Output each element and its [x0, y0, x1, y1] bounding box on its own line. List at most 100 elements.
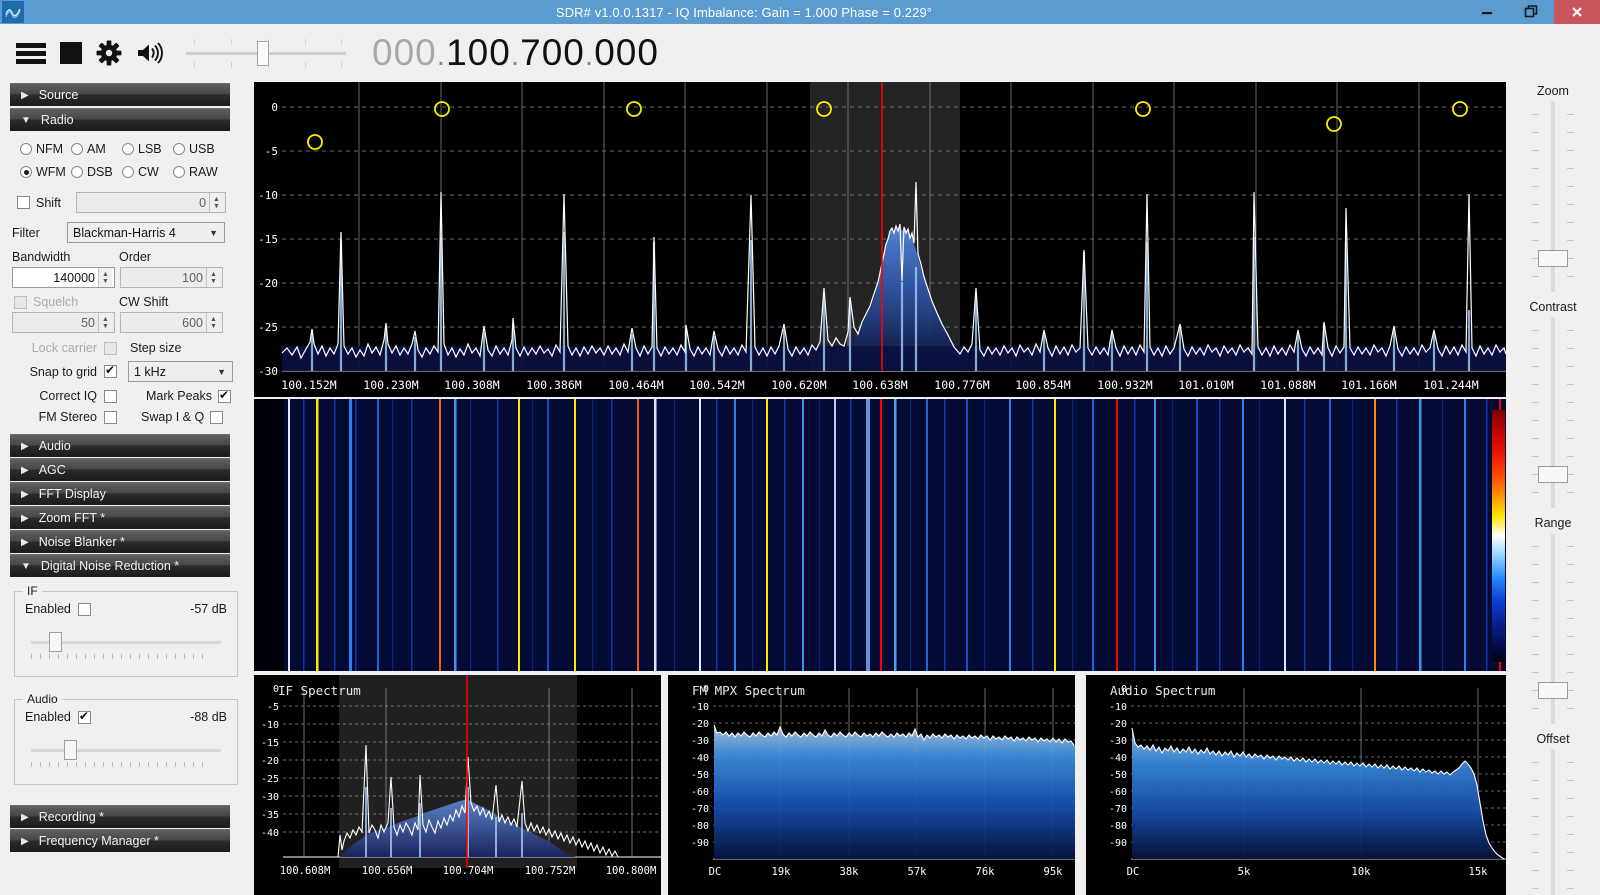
gear-icon[interactable]	[96, 40, 122, 66]
svg-text:-80: -80	[691, 821, 709, 832]
audio-spectrum-panel[interactable]: Audio Spectrum 0 -10 -20 -30 -40 -50 -60…	[1086, 675, 1506, 895]
zoom-slider-thumb[interactable]	[1538, 250, 1568, 267]
svg-text:-70: -70	[1109, 804, 1127, 815]
radio-dot-icon	[71, 166, 83, 178]
volume-slider[interactable]	[186, 36, 346, 70]
dnr-audio-enabled-checkbox[interactable]	[77, 709, 91, 724]
dnr-if-slider-thumb[interactable]	[49, 632, 62, 652]
sidebar-item-fft-display[interactable]: ▶ FFT Display	[10, 482, 230, 505]
svg-text:57k: 57k	[908, 866, 928, 878]
dnr-audio-group: Audio Enabled -88 dB	[14, 692, 238, 785]
dnr-audio-legend: Audio	[23, 692, 62, 706]
dnr-audio-slider-thumb[interactable]	[64, 740, 77, 760]
spinner-arrows-icon[interactable]: ▲ ▼	[206, 268, 220, 287]
shift-value: 0	[199, 195, 207, 210]
minimize-button[interactable]	[1464, 0, 1509, 24]
speaker-icon[interactable]	[136, 41, 164, 65]
contrast-slider-thumb[interactable]	[1538, 466, 1568, 483]
sidebar-item-zoom-fft[interactable]: ▶ Zoom FFT *	[10, 506, 230, 529]
audio-spectrum-title: Audio Spectrum	[1110, 683, 1216, 698]
spinner-arrows-icon[interactable]: ▲ ▼	[206, 313, 220, 332]
sidebar-item-agc[interactable]: ▶ AGC	[10, 458, 230, 481]
svg-text:-10: -10	[258, 189, 278, 202]
stop-icon[interactable]	[60, 42, 82, 64]
sidebar-item-noise-blanker[interactable]: ▶ Noise Blanker *	[10, 530, 230, 553]
mark-peaks-checkbox[interactable]	[218, 388, 231, 403]
snap-to-grid-checkbox[interactable]	[104, 363, 117, 378]
zoom-slider[interactable]	[1506, 102, 1600, 292]
close-button[interactable]	[1554, 0, 1600, 24]
sidebar-item-digital-noise-reduction[interactable]: ▼ Digital Noise Reduction *	[10, 554, 230, 577]
filter-row: Filter Blackman-Harris 4 ▼	[12, 222, 238, 243]
svg-text:DC: DC	[709, 866, 722, 878]
sidebar-item-frequency-manager[interactable]: ▶ Frequency Manager *	[10, 829, 230, 852]
squelch-cwshift-labels: Squelch CW Shift	[12, 295, 238, 309]
squelch-checkbox[interactable]	[14, 295, 27, 309]
order-label: Order	[119, 250, 151, 264]
svg-text:-25: -25	[261, 774, 279, 785]
main-spectrum-display[interactable]: 0 -5 -10 -15 -20 -25 -30 100.152M 100.230M 1…	[254, 82, 1506, 397]
sidebar-item-audio[interactable]: ▶ Audio	[10, 434, 230, 457]
mode-wfm[interactable]: WFM	[20, 165, 71, 179]
restore-button[interactable]	[1509, 0, 1554, 24]
shift-checkbox[interactable]	[17, 196, 30, 209]
chevron-right-icon: ▶	[21, 811, 29, 823]
offset-slider[interactable]	[1506, 750, 1600, 895]
filter-select[interactable]: Blackman-Harris 4 ▼	[67, 222, 225, 243]
svg-text:-40: -40	[1109, 753, 1127, 764]
chevron-right-icon: ▶	[21, 89, 29, 101]
swap-iq-checkbox[interactable]	[210, 410, 224, 424]
volume-slider-thumb[interactable]	[257, 41, 269, 66]
fm-mpx-spectrum-panel[interactable]: FM MPX Spectrum 0 -10 -20 -30 -40 -50 -6…	[668, 675, 1075, 895]
range-slider-thumb[interactable]	[1538, 682, 1568, 699]
mode-nfm[interactable]: NFM	[20, 142, 71, 156]
audio-spectrum-svg: 0-10 -20-30 -40-50 -60-70 -80-90 DC 5k 10…	[1086, 675, 1506, 895]
sidebar-item-source[interactable]: ▶ Source	[10, 83, 230, 106]
waterfall-display[interactable]	[254, 399, 1506, 671]
order-input[interactable]: 100 ▲ ▼	[120, 267, 223, 288]
spinner-arrows-icon[interactable]: ▲ ▼	[98, 313, 112, 332]
mode-lsb[interactable]: LSB	[122, 142, 173, 156]
svg-text:-30: -30	[691, 736, 709, 747]
dnr-if-slider[interactable]	[25, 628, 227, 659]
cw-shift-input[interactable]: 600 ▲ ▼	[120, 312, 223, 333]
chevron-right-icon: ▶	[21, 512, 29, 524]
mode-cw[interactable]: CW	[122, 165, 173, 179]
bandwidth-input[interactable]: 140000 ▲ ▼	[12, 267, 115, 288]
dnr-if-enabled-checkbox[interactable]	[77, 602, 91, 616]
svg-text:-90: -90	[1109, 838, 1127, 849]
spinner-arrows-icon[interactable]: ▲ ▼	[209, 193, 224, 212]
chevron-down-icon: ▼	[21, 560, 31, 572]
mode-am[interactable]: AM	[71, 142, 122, 156]
svg-text:DC: DC	[1127, 866, 1140, 878]
correct-iq-checkbox[interactable]	[104, 389, 117, 403]
svg-text:-20: -20	[258, 277, 278, 290]
title-bar: SDR# v1.0.0.1317 - IQ Imbalance: Gain = …	[0, 0, 1600, 24]
frequency-display[interactable]: 000.100.700.000	[372, 32, 659, 74]
sidebar-item-recording[interactable]: ▶ Recording *	[10, 805, 230, 828]
contrast-slider[interactable]	[1506, 318, 1600, 508]
fm-stereo-checkbox[interactable]	[104, 410, 117, 424]
if-spectrum-title: IF Spectrum	[278, 683, 361, 698]
step-size-select[interactable]: 1 kHz ▼	[128, 361, 233, 382]
sidebar-item-radio[interactable]: ▼ Radio	[10, 108, 230, 131]
svg-text:76k: 76k	[976, 866, 996, 878]
shift-input[interactable]: 0 ▲ ▼	[76, 192, 227, 213]
mode-raw[interactable]: RAW	[173, 165, 224, 179]
correct-iq-row: Correct IQ Mark Peaks	[12, 388, 238, 403]
squelch-input[interactable]: 50 ▲ ▼	[12, 312, 115, 333]
hamburger-icon[interactable]	[16, 40, 46, 67]
sdr-sharp-window: SDR# v1.0.0.1317 - IQ Imbalance: Gain = …	[0, 0, 1600, 895]
if-spectrum-panel[interactable]: IF Spectrum 0 -5 -10 -15 -20 -25 -30 -35…	[254, 675, 661, 895]
chevron-down-icon: ▼	[217, 366, 226, 377]
mode-usb[interactable]: USB	[173, 142, 224, 156]
dnr-audio-slider[interactable]	[25, 736, 227, 767]
svg-text:95k: 95k	[1044, 866, 1064, 878]
mode-dsb[interactable]: DSB	[71, 165, 122, 179]
filter-label: Filter	[12, 225, 40, 240]
frequency-lead: 000	[372, 32, 437, 73]
spinner-arrows-icon[interactable]: ▲ ▼	[98, 268, 112, 287]
radio-dot-icon	[20, 143, 32, 155]
range-slider[interactable]	[1506, 534, 1600, 724]
lock-carrier-checkbox[interactable]	[104, 341, 117, 355]
